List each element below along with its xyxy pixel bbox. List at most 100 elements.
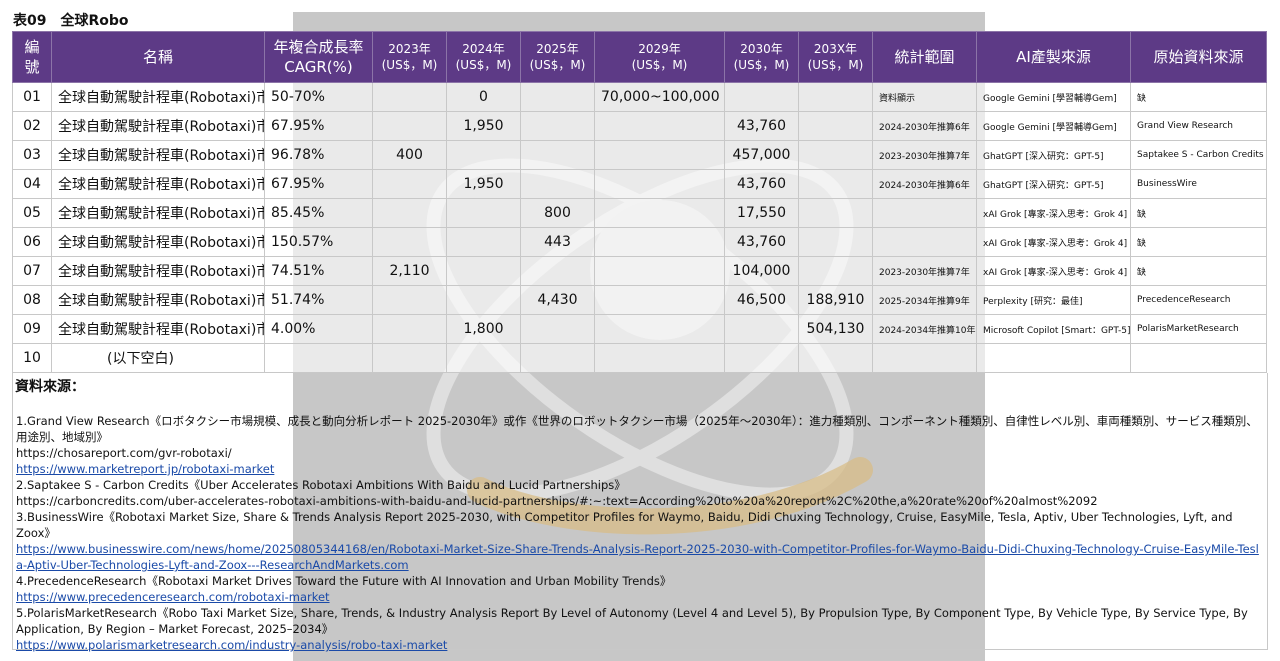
table-row: 03 全球自動駕駛計程車(Robotaxi)市場 96.78% 400 457,000 2… <box>12 140 1267 170</box>
cell-y2025: 443 <box>520 227 595 257</box>
sources-list: 1.Grand View Research《ロボタクシー市場規模、成長と動向分析… <box>16 413 1262 653</box>
source-1-text: 1.Grand View Research《ロボタクシー市場規模、成長と動向分析… <box>16 414 1258 444</box>
cell-name: 全球自動駕駛計程車(Robotaxi)市場 <box>51 198 265 228</box>
table-row: 07 全球自動駕駛計程車(Robotaxi)市場 74.51% 2,110 104,00… <box>12 256 1267 286</box>
cell-y2025 <box>520 82 595 112</box>
cell-cagr: 67.95% <box>264 169 373 199</box>
source-5-text: 5.PolarisMarketResearch《Robo Taxi Market… <box>16 606 1248 636</box>
cell-y2024 <box>446 343 521 373</box>
cell-y2025: 800 <box>520 198 595 228</box>
cell-scope <box>872 343 977 373</box>
cell-y2029 <box>594 314 725 344</box>
table-title: 表09 全球Robo <box>13 13 129 29</box>
cell-no: 03 <box>12 140 52 170</box>
header-2024: 2024年 (US$，M) <box>446 31 521 83</box>
cell-no: 04 <box>12 169 52 199</box>
cell-y2029 <box>594 111 725 141</box>
cell-y2030: 46,500 <box>724 285 799 315</box>
cell-y2025 <box>520 343 595 373</box>
source-1-link[interactable]: https://www.marketreport.jp/robotaxi-mar… <box>16 462 274 476</box>
cell-origin: Grand View Research <box>1130 111 1267 141</box>
sources-title: 資料來源： <box>15 379 85 395</box>
cell-y203x <box>798 111 873 141</box>
header-2025: 2025年 (US$，M) <box>520 31 595 83</box>
cell-scope: 2025-2034年推算9年 <box>872 285 977 315</box>
cell-name: 全球自動駕駛計程車(Robotaxi)市場 <box>51 256 265 286</box>
cell-name: 全球自動駕駛計程車(Robotaxi)市場 <box>51 169 265 199</box>
table-row: 04 全球自動駕駛計程車(Robotaxi)市場 67.95% 1,950 43,760… <box>12 169 1267 199</box>
cell-y2029 <box>594 343 725 373</box>
cell-origin: 缺 <box>1130 256 1267 286</box>
cell-scope: 2023-2030年推算7年 <box>872 256 977 286</box>
cell-scope: 2023-2030年推算7年 <box>872 140 977 170</box>
header-name: 名稱 <box>51 31 265 83</box>
cell-y2029 <box>594 140 725 170</box>
cell-y2030: 17,550 <box>724 198 799 228</box>
cell-y203x <box>798 227 873 257</box>
cell-no: 02 <box>12 111 52 141</box>
cell-y2030: 457,000 <box>724 140 799 170</box>
cell-origin: 缺 <box>1130 227 1267 257</box>
source-2-url: https://carboncredits.com/uber-accelerat… <box>16 494 1098 508</box>
cell-y2030: 43,760 <box>724 169 799 199</box>
cell-scope <box>872 227 977 257</box>
source-5-link[interactable]: https://www.polarismarketresearch.com/in… <box>16 638 447 652</box>
source-3-link[interactable]: https://www.businesswire.com/news/home/2… <box>16 542 1259 572</box>
cell-name: 全球自動駕駛計程車(Robotaxi)市場 <box>51 140 265 170</box>
cell-ai: Google Gemini [學習輔導Gem] <box>976 82 1131 112</box>
cell-y2030 <box>724 82 799 112</box>
cell-y2030 <box>724 343 799 373</box>
header-2030: 2030年 (US$，M) <box>724 31 799 83</box>
cell-y2030: 104,000 <box>724 256 799 286</box>
source-4-link[interactable]: https://www.precedenceresearch.com/robot… <box>16 590 330 604</box>
cell-y2025 <box>520 256 595 286</box>
cell-ai: xAI Grok [專家-深入思考：Grok 4] <box>976 256 1131 286</box>
cell-y2024: 1,950 <box>446 169 521 199</box>
cell-origin: PolarisMarketResearch <box>1130 314 1267 344</box>
cell-y2023 <box>372 314 447 344</box>
cell-y203x <box>798 82 873 112</box>
cell-name: 全球自動駕駛計程車(Robotaxi)市場 <box>51 227 265 257</box>
cell-y2025 <box>520 169 595 199</box>
cell-no: 08 <box>12 285 52 315</box>
cell-scope: 2024-2030年推算6年 <box>872 111 977 141</box>
cell-y2024 <box>446 256 521 286</box>
cell-origin: PrecedenceResearch <box>1130 285 1267 315</box>
table-row: 09 全球自動駕駛計程車(Robotaxi)市場 4.00% 1,800 504,130… <box>12 314 1267 344</box>
cell-ai: xAI Grok [專家-深入思考：Grok 4] <box>976 198 1131 228</box>
cell-y203x: 188,910 <box>798 285 873 315</box>
cell-y203x <box>798 169 873 199</box>
header-row: 編號 名稱 年複合成長率 CAGR(%) 2023年 (US$，M) 2024年 (U… <box>12 31 1267 83</box>
cell-cagr: 4.00% <box>264 314 373 344</box>
cell-y203x <box>798 256 873 286</box>
market-table: 編號 名稱 年複合成長率 CAGR(%) 2023年 (US$，M) 2024年 (U… <box>12 31 1267 373</box>
cell-y2024 <box>446 285 521 315</box>
source-2-text: 2.Saptakee S - Carbon Credits《Uber Accel… <box>16 478 626 492</box>
cell-cagr: 85.45% <box>264 198 373 228</box>
cell-y2029 <box>594 169 725 199</box>
cell-origin <box>1130 343 1267 373</box>
table-row: 06 全球自動駕駛計程車(Robotaxi)市場 150.57% 443 43,760 x… <box>12 227 1267 257</box>
cell-y2023 <box>372 227 447 257</box>
cell-y2024: 1,800 <box>446 314 521 344</box>
cell-ai: Microsoft Copilot [Smart：GPT-5] <box>976 314 1131 344</box>
table-row: 02 全球自動駕駛計程車(Robotaxi)市場 67.95% 1,950 43,760… <box>12 111 1267 141</box>
cell-y2025 <box>520 314 595 344</box>
cell-y2023 <box>372 169 447 199</box>
cell-ai: xAI Grok [專家-深入思考：Grok 4] <box>976 227 1131 257</box>
cell-y2023: 2,110 <box>372 256 447 286</box>
cell-y2030 <box>724 314 799 344</box>
cell-ai: Perplexity [研究：最佳] <box>976 285 1131 315</box>
cell-y2025 <box>520 111 595 141</box>
header-cagr: 年複合成長率 CAGR(%) <box>264 31 373 83</box>
cell-origin: BusinessWire <box>1130 169 1267 199</box>
cell-cagr: 96.78% <box>264 140 373 170</box>
cell-no: 07 <box>12 256 52 286</box>
cell-y2023 <box>372 343 447 373</box>
cell-y2023 <box>372 285 447 315</box>
cell-origin: 缺 <box>1130 198 1267 228</box>
sources-section: 資料來源： 1.Grand View Research《ロボタクシー市場規模、成… <box>12 373 1268 653</box>
cell-scope: 資料顯示 <box>872 82 977 112</box>
header-2023: 2023年 (US$，M) <box>372 31 447 83</box>
cell-ai: GhatGPT [深入研究：GPT-5] <box>976 140 1131 170</box>
